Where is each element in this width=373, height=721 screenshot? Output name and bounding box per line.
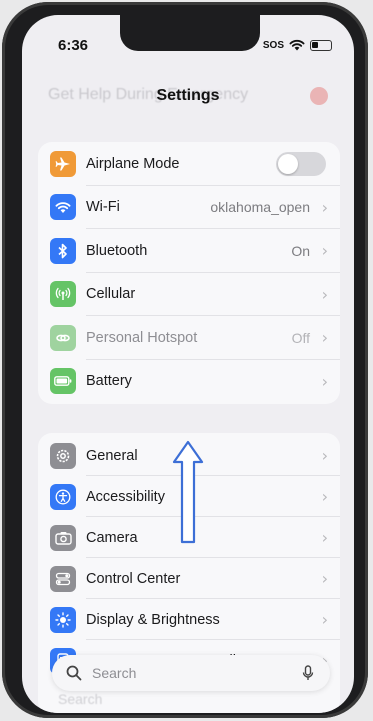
chevron-right-icon: ›: [321, 487, 328, 506]
airplane-mode-toggle[interactable]: [276, 151, 326, 176]
row-label: General: [86, 447, 138, 464]
row-value: Off: [291, 329, 310, 346]
chevron-right-icon: ›: [321, 284, 328, 304]
airplane-icon: [50, 150, 76, 177]
row-label: Airplane Mode: [86, 155, 180, 172]
row-value: On: [291, 242, 310, 259]
settings-row-bluetooth[interactable]: Bluetooth On ›: [38, 229, 340, 273]
battery-icon: [50, 368, 76, 395]
control-center-icon: [50, 565, 76, 592]
settings-row-control-center[interactable]: Control Center ›: [38, 558, 340, 599]
settings-group-connectivity: Airplane Mode Wi-Fi oklahoma_open › Bluetoot…: [38, 142, 340, 404]
row-label: Cellular: [86, 286, 136, 303]
settings-row-hotspot[interactable]: Personal Hotspot Off ›: [38, 316, 340, 360]
chevron-right-icon: ›: [321, 569, 328, 588]
bluetooth-icon: [50, 237, 76, 264]
hotspot-icon: [50, 324, 76, 351]
chevron-right-icon: ›: [321, 528, 328, 547]
row-label: Accessibility: [86, 488, 165, 505]
settings-row-cellular[interactable]: Cellular ›: [38, 273, 340, 316]
chevron-right-icon: ›: [321, 371, 328, 391]
settings-screen: 6:36 SOS Get Help During Emergency Setti…: [22, 15, 354, 713]
search-placeholder: Search: [92, 665, 137, 681]
accessibility-icon: [50, 483, 76, 510]
search-icon: [66, 665, 82, 681]
wifi-icon: [50, 194, 76, 221]
row-label: Control Center: [86, 570, 181, 587]
battery-status-icon: [310, 39, 332, 51]
chevron-right-icon: ›: [321, 197, 328, 217]
settings-row-airplane[interactable]: Airplane Mode: [38, 142, 340, 186]
chevron-right-icon: ›: [321, 241, 328, 261]
chevron-right-icon: ›: [321, 328, 328, 348]
microphone-icon[interactable]: [302, 665, 314, 681]
toggle-knob: [278, 153, 298, 174]
sos-indicator: SOS: [262, 39, 284, 51]
camera-icon: [50, 524, 76, 551]
wifi-status-icon: [289, 39, 305, 51]
notch: [120, 15, 260, 51]
row-label: Battery: [86, 373, 132, 390]
row-label: Bluetooth: [86, 242, 148, 259]
gear-icon: [50, 442, 76, 469]
settings-row-wifi[interactable]: Wi-Fi oklahoma_open ›: [38, 186, 340, 229]
search-ghost-text: Search: [58, 691, 103, 707]
status-time: 6:36: [58, 37, 89, 54]
settings-row-battery[interactable]: Battery ›: [38, 360, 340, 404]
row-label: Wi-Fi: [86, 199, 120, 216]
row-label: Personal Hotspot: [86, 329, 198, 346]
status-icons: SOS: [263, 39, 332, 51]
cellular-icon: [50, 281, 76, 308]
row-label: Camera: [86, 529, 138, 546]
search-bar[interactable]: Search: [52, 655, 330, 691]
phone-frame: 6:36 SOS Get Help During Emergency Setti…: [2, 2, 368, 718]
brightness-icon: [50, 606, 76, 633]
swipe-up-arrow-icon: [172, 440, 204, 544]
page-title: Settings: [156, 87, 220, 104]
chevron-right-icon: ›: [321, 610, 328, 629]
row-label: Display & Brightness: [86, 611, 220, 628]
chevron-right-icon: ›: [321, 446, 328, 465]
row-value: oklahoma_open: [210, 199, 310, 216]
settings-row-display[interactable]: Display & Brightness ›: [38, 599, 340, 640]
